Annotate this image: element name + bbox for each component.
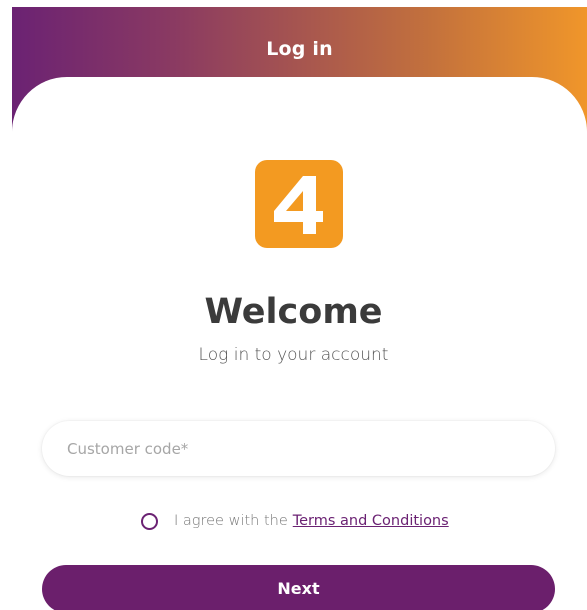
header-title: Log in — [266, 38, 333, 60]
brand-logo-glyph — [274, 176, 323, 234]
terms-agreement-row: I agree with the Terms and Conditions — [141, 509, 449, 533]
welcome-heading: Welcome — [204, 292, 383, 332]
welcome-subtitle: Log in to your account — [198, 345, 389, 365]
login-screen: Log in Welcome Log in to your account I … — [0, 0, 587, 610]
next-button[interactable]: Next — [42, 565, 555, 610]
agree-label: I agree with the — [174, 513, 288, 529]
customer-code-input[interactable] — [42, 421, 555, 476]
agree-radio-button[interactable] — [141, 512, 158, 530]
customer-code-field-container — [42, 421, 555, 476]
brand-logo — [255, 160, 343, 248]
terms-and-conditions-link[interactable]: Terms and Conditions — [293, 513, 449, 529]
